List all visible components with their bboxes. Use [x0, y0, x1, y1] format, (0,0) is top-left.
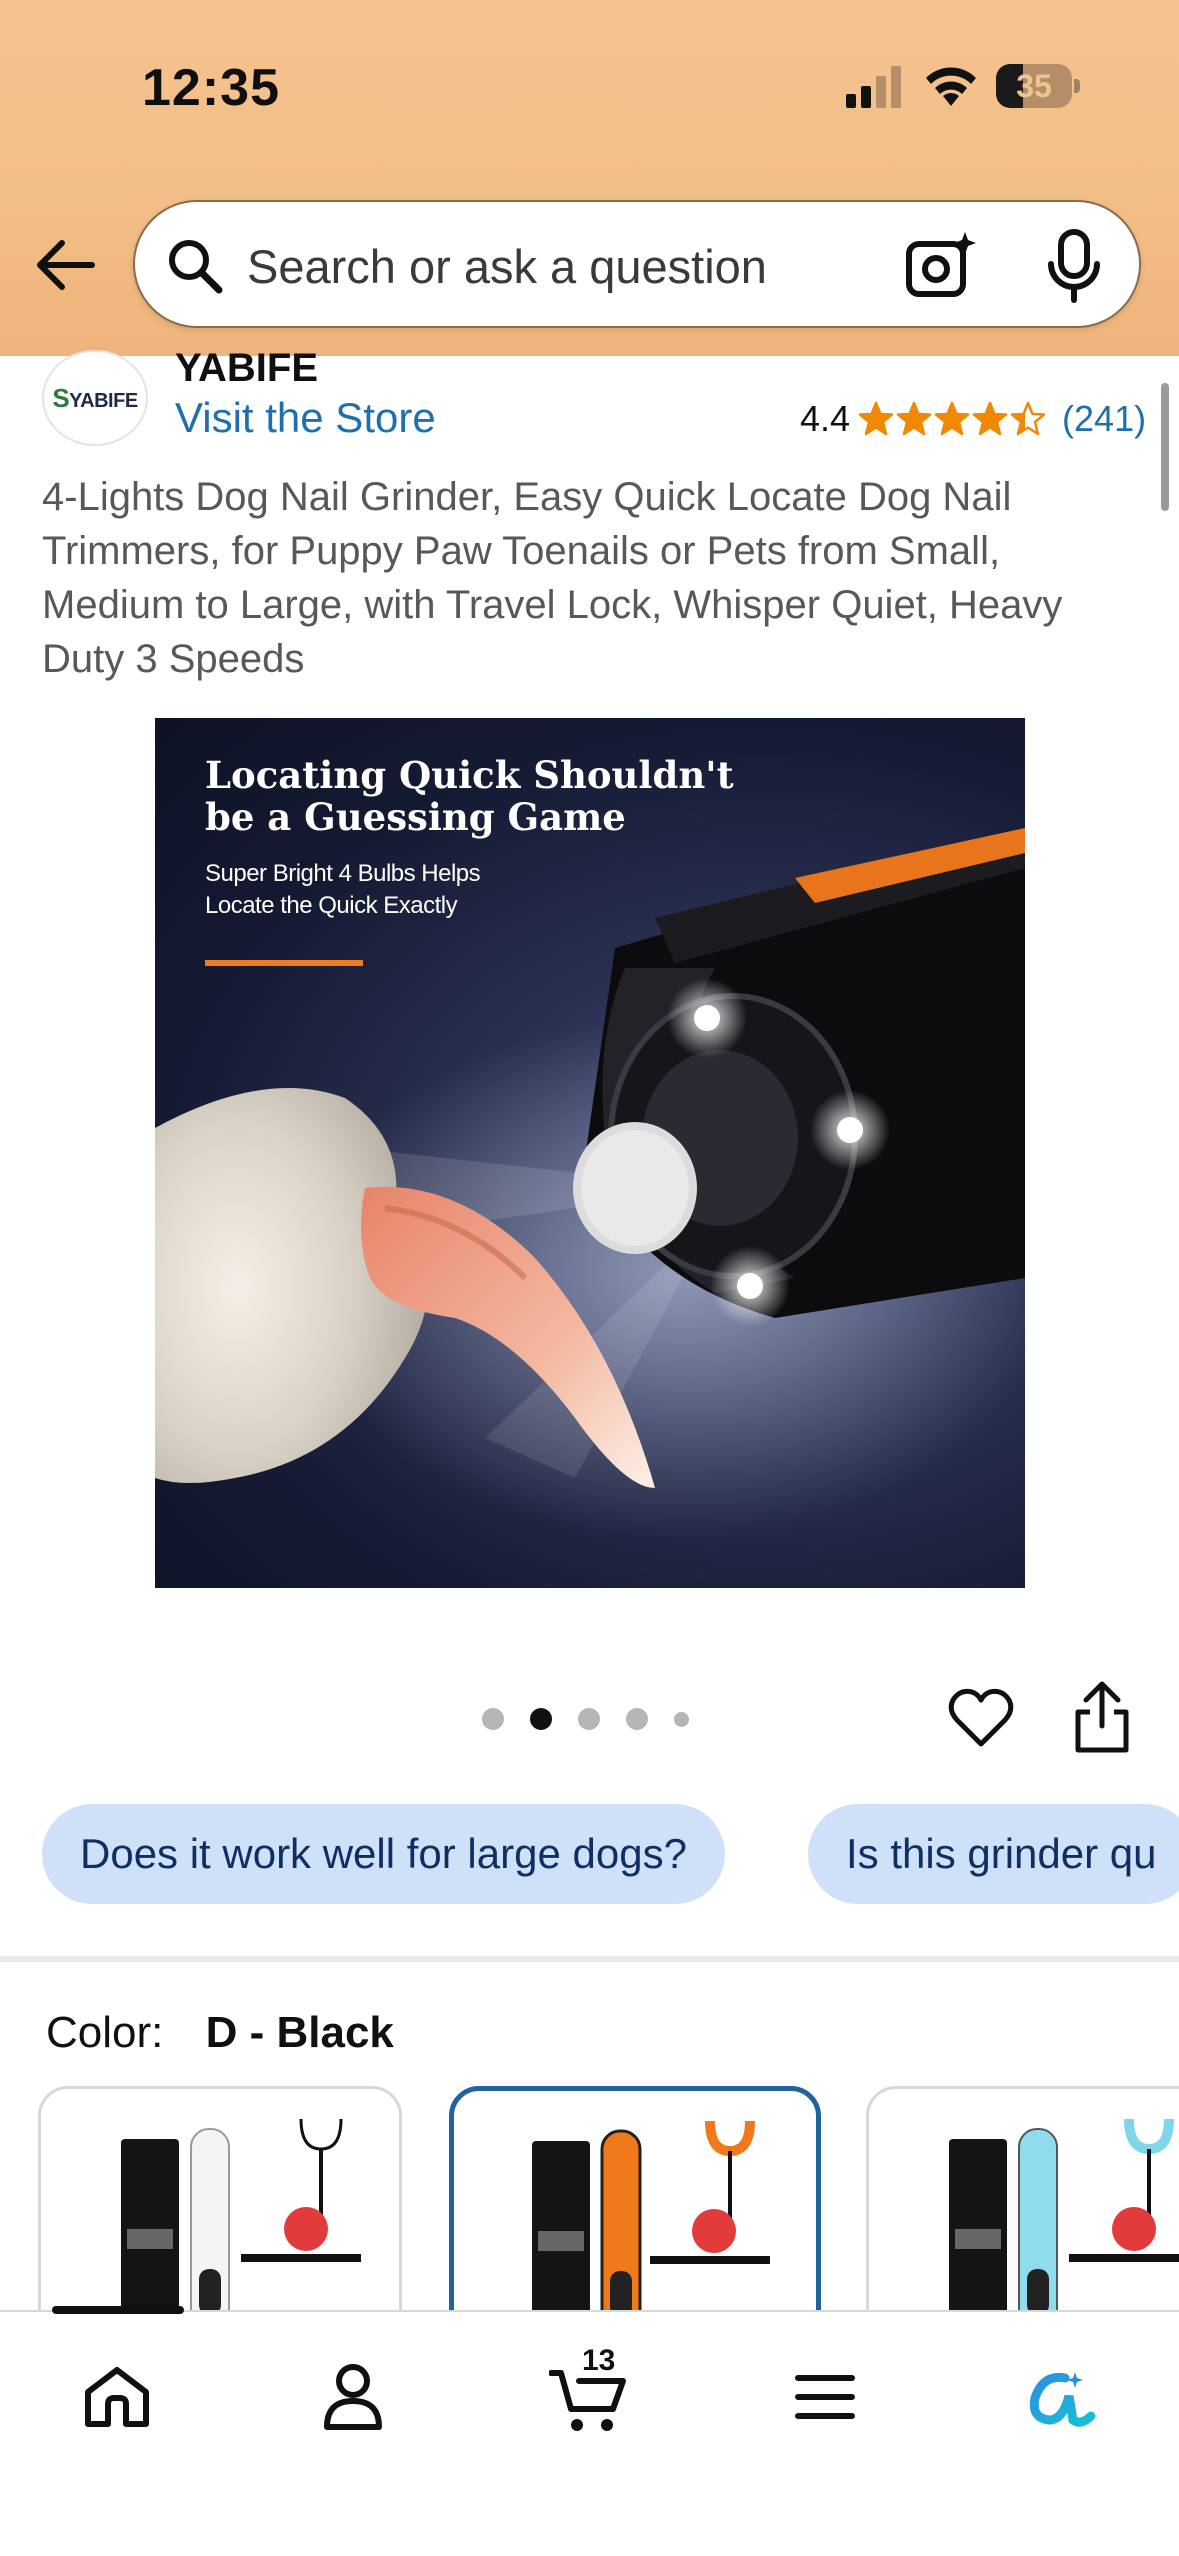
heart-icon[interactable] — [948, 1686, 1014, 1752]
cart-count-badge: 13 — [582, 2344, 616, 2377]
question-chip[interactable]: Is this grinder qu — [808, 1804, 1179, 1904]
carousel-dot[interactable] — [674, 1711, 689, 1727]
tab-cart[interactable]: 13 — [544, 2344, 634, 2442]
share-icon[interactable] — [1070, 1680, 1134, 1754]
rating-summary[interactable]: 4.4 (241) — [800, 398, 1146, 440]
brand-logo-text: SYABIFE — [52, 382, 138, 413]
search-bar[interactable] — [133, 200, 1141, 328]
brand-name: YABIFE — [175, 346, 319, 390]
battery-icon: 35 — [996, 64, 1080, 110]
tab-menu[interactable] — [780, 2352, 870, 2442]
star-icon — [972, 401, 1008, 436]
battery-percentage: 35 — [1016, 68, 1052, 104]
rating-value: 4.4 — [800, 398, 851, 439]
carousel-dots[interactable] — [482, 1708, 715, 1730]
brand-logo[interactable]: SYABIFE — [42, 350, 148, 446]
color-label: Color: — [46, 2008, 164, 2057]
product-image-art — [155, 828, 1025, 1538]
visit-store-link[interactable]: Visit the Store — [175, 394, 436, 442]
carousel-dot[interactable] — [578, 1708, 600, 1730]
account-icon — [324, 2364, 382, 2430]
star-icon — [896, 401, 932, 436]
rufus-icon — [1029, 2372, 1096, 2427]
image-accent-bar — [205, 960, 363, 966]
carousel-dot[interactable] — [626, 1708, 648, 1730]
bottom-tab-bar: 13 — [0, 2306, 1179, 2556]
microphone-icon[interactable] — [1043, 228, 1105, 304]
image-subtext: Super Bright 4 Bulbs Helps Locate the Qu… — [205, 860, 481, 919]
camera-sparkle-icon[interactable] — [905, 230, 977, 302]
tab-home[interactable] — [72, 2352, 162, 2442]
star-icon — [1010, 401, 1046, 436]
active-tab-indicator — [52, 2306, 184, 2314]
carousel-dot-active[interactable] — [530, 1708, 552, 1730]
home-icon — [85, 2367, 149, 2427]
scrollbar[interactable] — [1161, 383, 1169, 511]
color-selector-label: Color: D - Black — [46, 2008, 394, 2058]
back-arrow-icon — [37, 240, 95, 290]
image-headline: Locating Quick Shouldn't be a Guessing G… — [205, 753, 734, 839]
top-header: 12:35 35 — [0, 0, 1179, 356]
tab-account[interactable] — [308, 2352, 398, 2442]
back-button[interactable] — [30, 230, 100, 300]
rating-count-link[interactable]: (241) — [1062, 398, 1146, 440]
search-icon — [169, 240, 223, 294]
question-chip[interactable]: Does it work well for large dogs? — [42, 1804, 725, 1904]
tab-rufus[interactable] — [1016, 2352, 1106, 2442]
cellular-signal-icon — [846, 66, 901, 108]
status-time: 12:35 — [142, 59, 280, 117]
product-title: 4-Lights Dog Nail Grinder, Easy Quick Lo… — [42, 475, 1063, 681]
section-divider — [0, 1956, 1179, 1962]
carousel-dot[interactable] — [482, 1708, 504, 1730]
star-icon — [858, 401, 894, 436]
color-selected-value: D - Black — [205, 2008, 394, 2057]
star-rating — [858, 401, 1048, 437]
menu-icon — [795, 2375, 855, 2419]
star-icon — [934, 401, 970, 436]
search-input[interactable] — [247, 226, 807, 306]
product-image[interactable]: Locating Quick Shouldn't be a Guessing G… — [155, 718, 1025, 1588]
wifi-icon — [926, 67, 976, 106]
